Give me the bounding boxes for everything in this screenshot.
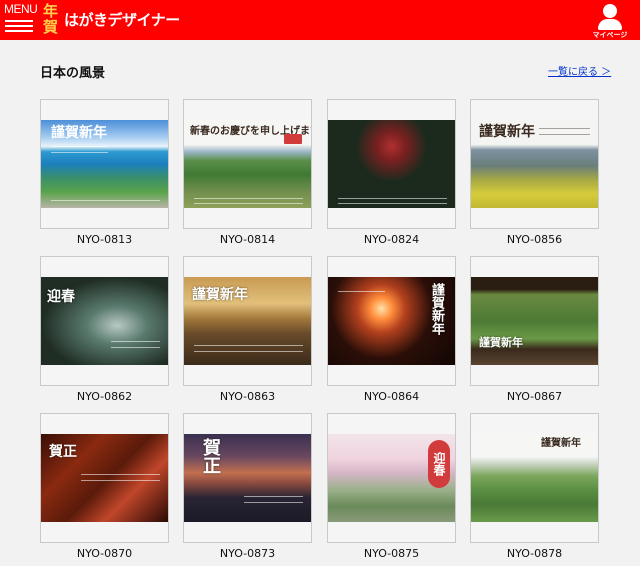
greeting-seal: 迎春 bbox=[428, 440, 450, 488]
design-card[interactable]: 新春のお慶びを申し上げます bbox=[183, 99, 312, 229]
greeting-text: 謹賀新年 bbox=[479, 124, 535, 140]
design-card[interactable]: 謹賀新年 bbox=[183, 256, 312, 386]
design-thumbnail: 謹賀新年 bbox=[184, 277, 311, 365]
greeting-text: 謹賀新年 bbox=[479, 336, 523, 349]
design-thumbnail bbox=[328, 120, 455, 208]
design-card[interactable]: 謹賀新年 bbox=[470, 413, 599, 543]
mypage-button[interactable]: マイページ bbox=[592, 3, 628, 39]
greeting-text: 賀正 bbox=[200, 438, 221, 474]
design-code[interactable]: NYO-0813 bbox=[40, 233, 169, 246]
design-card[interactable]: 謹賀新年 bbox=[470, 99, 599, 229]
logo-mark-bottom: 賀 bbox=[43, 18, 59, 36]
design-card[interactable]: 謹賀新年 bbox=[327, 256, 456, 386]
design-card[interactable] bbox=[327, 99, 456, 229]
design-thumbnail: 迎春 bbox=[41, 277, 168, 365]
design-code[interactable]: NYO-0870 bbox=[40, 547, 169, 560]
design-thumbnail: 賀正 bbox=[41, 434, 168, 522]
hamburger-icon-bar bbox=[5, 30, 33, 32]
design-card[interactable]: 迎春 bbox=[327, 413, 456, 543]
design-thumbnail: 謹賀新年 bbox=[471, 120, 598, 208]
app-header: MENU 年 賀 はがきデザイナー マイページ bbox=[0, 0, 640, 40]
section-title: 日本の風景 bbox=[40, 66, 106, 81]
hamburger-icon bbox=[5, 20, 33, 22]
design-code[interactable]: NYO-0875 bbox=[327, 547, 456, 560]
user-icon-body bbox=[598, 19, 622, 30]
design-code[interactable]: NYO-0862 bbox=[40, 390, 169, 403]
design-code[interactable]: NYO-0863 bbox=[183, 390, 312, 403]
site-logo-text[interactable]: はがきデザイナー bbox=[64, 9, 180, 30]
design-thumbnail: 新春のお慶びを申し上げます bbox=[184, 120, 311, 208]
design-thumbnail: 謹賀新年 bbox=[41, 120, 168, 208]
design-thumbnail: 賀正 bbox=[184, 434, 311, 522]
design-thumbnail: 謹賀新年 bbox=[328, 277, 455, 365]
design-code[interactable]: NYO-0864 bbox=[327, 390, 456, 403]
design-card[interactable]: 謹賀新年 bbox=[470, 256, 599, 386]
design-code[interactable]: NYO-0814 bbox=[183, 233, 312, 246]
back-to-list-link[interactable]: 一覧に戻る ＞ bbox=[548, 63, 611, 78]
design-code[interactable]: NYO-0873 bbox=[183, 547, 312, 560]
greeting-text: 賀正 bbox=[49, 444, 77, 460]
design-code[interactable]: NYO-0856 bbox=[470, 233, 599, 246]
greeting-text: 謹賀新年 bbox=[51, 125, 107, 141]
hamburger-icon-bar bbox=[5, 25, 33, 27]
menu-button[interactable]: MENU bbox=[4, 2, 38, 35]
design-card[interactable]: 迎春 bbox=[40, 256, 169, 386]
greeting-text: 謹賀新年 bbox=[192, 287, 248, 303]
mypage-label: マイページ bbox=[592, 31, 628, 39]
greeting-text: 謹賀新年 bbox=[429, 283, 444, 335]
logo-mark-top: 年 bbox=[43, 2, 59, 20]
greeting-text: 迎春 bbox=[47, 289, 75, 305]
design-card[interactable]: 賀正 bbox=[183, 413, 312, 543]
design-thumbnail: 謹賀新年 bbox=[471, 434, 598, 522]
design-card[interactable]: 謹賀新年 bbox=[40, 99, 169, 229]
user-icon bbox=[603, 4, 617, 18]
design-code[interactable]: NYO-0824 bbox=[327, 233, 456, 246]
design-code[interactable]: NYO-0867 bbox=[470, 390, 599, 403]
nenga-logo-mark[interactable]: 年 賀 bbox=[40, 2, 64, 38]
design-code[interactable]: NYO-0878 bbox=[470, 547, 599, 560]
greeting-text: 謹賀新年 bbox=[541, 438, 581, 449]
design-thumbnail: 迎春 bbox=[328, 434, 455, 522]
design-thumbnail: 謹賀新年 bbox=[471, 277, 598, 365]
menu-label: MENU bbox=[4, 2, 38, 16]
design-card[interactable]: 賀正 bbox=[40, 413, 169, 543]
